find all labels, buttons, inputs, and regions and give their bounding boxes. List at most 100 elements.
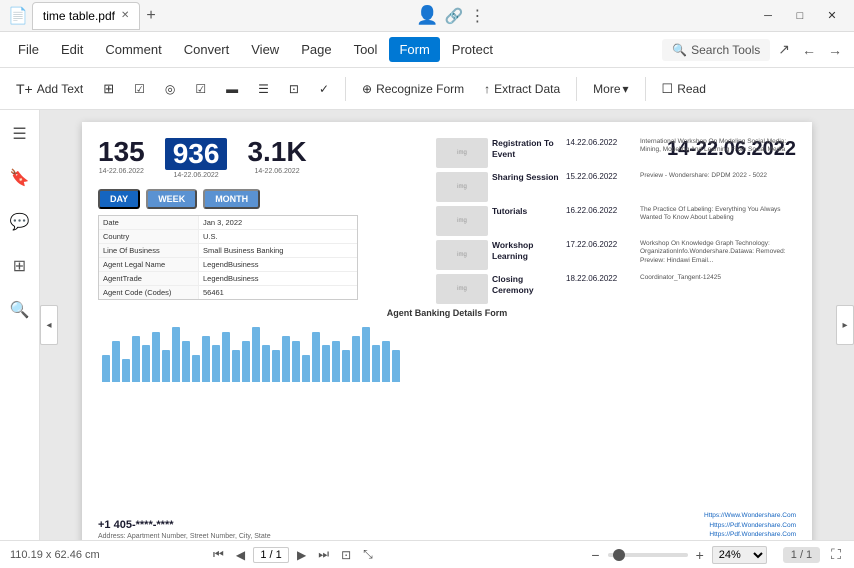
forward-icon[interactable]: → [824,38,846,62]
external-link-icon[interactable]: ↗ [774,37,794,62]
sign-tool-btn[interactable]: ✓ [311,78,337,100]
search-icon: 🔍 [672,43,687,57]
list-icon: ☰ [258,82,269,96]
zoom-select[interactable]: 24% 50% 75% 100% [712,546,767,564]
extract-icon: ↑ [484,82,490,96]
fit-page-btn[interactable]: ⤡ [359,545,377,564]
recognize-form-btn[interactable]: ⊕ Recognize Form [354,78,472,100]
zoom-slider[interactable] [608,553,688,557]
form-value-lob: Small Business Banking [199,244,357,257]
schedule-row-4: img Closing Ceremony 18.22.06.2022 Coord… [436,274,796,304]
stat-3k-value: 3.1K [247,138,306,166]
form-value-agent-name: LegendBusiness [199,258,357,271]
week-btn[interactable]: WEEK [146,189,197,209]
fit-width-btn[interactable]: ⊡ [337,546,355,564]
website-3: Https://Pdf.Wondershare.Com [704,530,796,540]
toolbar: T+ Add Text ⊞ ☑ ◎ ☑ ▬ ☰ ⊡ ✓ ⊕ Recognize … [0,68,854,110]
grid-icon: ⊡ [289,82,299,96]
checkbox-tool-btn[interactable]: ☑ [126,78,153,100]
chart-bar [362,327,370,382]
app-icon: 📄 [8,6,28,26]
chart-bar [152,332,160,382]
fullscreen-btn[interactable]: ⛶ [828,546,844,563]
grid-tool-btn[interactable]: ⊡ [281,78,307,100]
chart-bar [242,341,250,382]
back-icon[interactable]: ← [798,38,820,62]
extract-label: Extract Data [494,82,560,96]
sidebar-bookmark-icon[interactable]: 🔖 [4,162,36,194]
month-btn[interactable]: MONTH [203,189,260,209]
phone-number: +1 405-****-**** [98,519,271,531]
menu-edit[interactable]: Edit [51,37,93,62]
schedule-img-0: img [436,138,488,168]
zoom-in-btn[interactable]: + [692,547,708,563]
next-page-btn[interactable]: ▶ [293,546,310,564]
minimize-btn[interactable]: ─ [754,5,782,27]
expand-right-btn[interactable]: ▸ [836,305,854,345]
more-options-icon[interactable]: ⋮ [469,6,485,26]
chart-bar [342,350,350,382]
contact-footer: +1 405-****-**** Address: Apartment Numb… [98,511,796,540]
schedule-img-3: img [436,240,488,270]
list-tool-btn[interactable]: ☰ [250,78,277,100]
agent-form-table: Date Jan 3, 2022 Country U.S. Line Of Bu… [98,215,358,300]
prev-page-btn[interactable]: ◀ [232,546,249,564]
menu-view[interactable]: View [241,37,289,62]
schedule-desc-0: International Workshop On Modeling Socia… [640,138,796,155]
stat-936: 936 14-22.06.2022 [165,138,228,179]
page-info: 1 / 1 [783,547,820,563]
menu-form[interactable]: Form [389,37,439,62]
share-icon[interactable]: 🔗 [445,7,464,25]
bottom-bar: 110.19 x 62.46 cm ⏮ ◀ ▶ ⏭ ⊡ ⤡ − + 24% 50… [0,540,854,568]
form-row-country: Country U.S. [99,230,357,244]
schedule-img-2: img [436,206,488,236]
chart-bar [332,341,340,382]
checkbox-icon: ☑ [134,82,145,96]
first-page-btn[interactable]: ⏮ [209,545,228,564]
sidebar-search-icon[interactable]: 🔍 [4,294,36,326]
chart-bar [352,336,360,382]
chart-bar [172,327,180,382]
close-btn[interactable]: ✕ [818,5,846,27]
sidebar-comment-icon[interactable]: 💬 [4,206,36,238]
title-bar: 📄 time table.pdf ✕ + 👤 🔗 ⋮ ─ □ ✕ [0,0,854,32]
dimensions-label: 110.19 x 62.46 cm [10,549,100,561]
more-btn[interactable]: More ▾ [585,78,636,100]
chart-bar [142,345,150,382]
extract-data-btn[interactable]: ↑ Extract Data [476,78,568,100]
expand-left-btn[interactable]: ◂ [40,305,58,345]
menu-page[interactable]: Page [291,37,341,62]
zoom-out-btn[interactable]: − [587,547,603,563]
toolbar-separator-2 [576,77,577,101]
recognize-icon: ⊕ [362,82,372,96]
tab-close-btn[interactable]: ✕ [121,10,129,21]
profile-icon[interactable]: 👤 [416,5,438,26]
menu-file[interactable]: File [8,37,49,62]
bar-chart [98,322,796,382]
main-area: ☰ 🔖 💬 ⊞ 🔍 ◂ 135 14-22.06.2022 936 14-22.… [0,110,854,540]
check-tool-btn[interactable]: ☑ [187,78,214,100]
read-checkbox[interactable]: ☐ Read [654,77,714,101]
text-field-btn[interactable]: ▬ [218,78,246,100]
toolbar-separator-1 [345,77,346,101]
maximize-btn[interactable]: □ [786,5,814,27]
last-page-btn[interactable]: ⏭ [314,545,333,564]
marquee-icon: ⊞ [103,81,114,97]
new-tab-btn[interactable]: + [146,7,155,25]
document-tab[interactable]: time table.pdf ✕ [32,2,140,30]
menu-tool[interactable]: Tool [344,37,388,62]
menu-bar: File Edit Comment Convert View Page Tool… [0,32,854,68]
add-text-btn[interactable]: T+ Add Text [8,77,91,101]
page-input[interactable] [253,547,289,563]
menu-comment[interactable]: Comment [95,37,171,62]
search-tools-btn[interactable]: 🔍 Search Tools [662,39,770,61]
menu-convert[interactable]: Convert [174,37,240,62]
radio-tool-btn[interactable]: ◎ [157,78,183,100]
window-controls: ─ □ ✕ [754,5,846,27]
menu-protect[interactable]: Protect [442,37,503,62]
chart-bar [102,355,110,383]
marquee-tool-btn[interactable]: ⊞ [95,77,122,101]
sidebar-nav-icon[interactable]: ☰ [6,118,32,150]
sidebar-pages-icon[interactable]: ⊞ [7,250,32,282]
day-btn[interactable]: DAY [98,189,140,209]
